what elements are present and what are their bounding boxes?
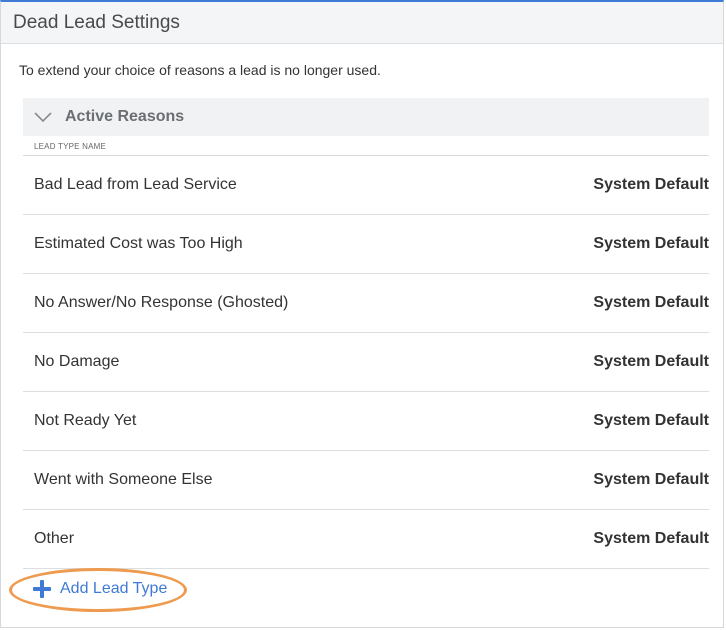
lead-type-status: System Default xyxy=(593,176,709,193)
lead-type-status: System Default xyxy=(593,294,709,311)
page-title: Dead Lead Settings xyxy=(13,11,180,33)
lead-type-name: Not Ready Yet xyxy=(34,412,137,429)
column-header-lead-type-name: LEAD TYPE NAME xyxy=(23,136,709,156)
active-reasons-toggle[interactable]: Active Reasons xyxy=(23,98,709,136)
dead-lead-settings-panel: Dead Lead Settings To extend your choice… xyxy=(0,0,724,628)
panel-header: Dead Lead Settings xyxy=(1,2,723,44)
table-row[interactable]: No Answer/No Response (Ghosted) System D… xyxy=(23,274,709,333)
lead-type-status: System Default xyxy=(593,353,709,370)
lead-type-name: Estimated Cost was Too High xyxy=(34,235,243,252)
add-lead-type-button[interactable]: Add Lead Type xyxy=(33,580,167,598)
description-text: To extend your choice of reasons a lead … xyxy=(19,62,381,78)
plus-icon xyxy=(33,580,51,598)
lead-type-status: System Default xyxy=(593,412,709,429)
lead-type-name: Bad Lead from Lead Service xyxy=(34,176,237,193)
active-reasons-section: Active Reasons LEAD TYPE NAME Bad Lead f… xyxy=(23,98,709,569)
table-row[interactable]: Went with Someone Else System Default xyxy=(23,451,709,510)
lead-type-status: System Default xyxy=(593,235,709,252)
add-lead-type-label: Add Lead Type xyxy=(60,580,168,597)
lead-type-status: System Default xyxy=(593,471,709,488)
lead-type-name: Went with Someone Else xyxy=(34,471,213,488)
table-row[interactable]: Not Ready Yet System Default xyxy=(23,392,709,451)
section-title: Active Reasons xyxy=(65,108,185,125)
lead-type-name: Other xyxy=(34,530,75,547)
lead-type-status: System Default xyxy=(593,530,709,547)
table-row[interactable]: No Damage System Default xyxy=(23,333,709,392)
chevron-down-icon xyxy=(33,110,53,124)
lead-type-name: No Answer/No Response (Ghosted) xyxy=(34,294,289,311)
table-row[interactable]: Estimated Cost was Too High System Defau… xyxy=(23,215,709,274)
table-row[interactable]: Other System Default xyxy=(23,510,709,569)
lead-type-name: No Damage xyxy=(34,353,120,370)
table-row[interactable]: Bad Lead from Lead Service System Defaul… xyxy=(23,156,709,215)
